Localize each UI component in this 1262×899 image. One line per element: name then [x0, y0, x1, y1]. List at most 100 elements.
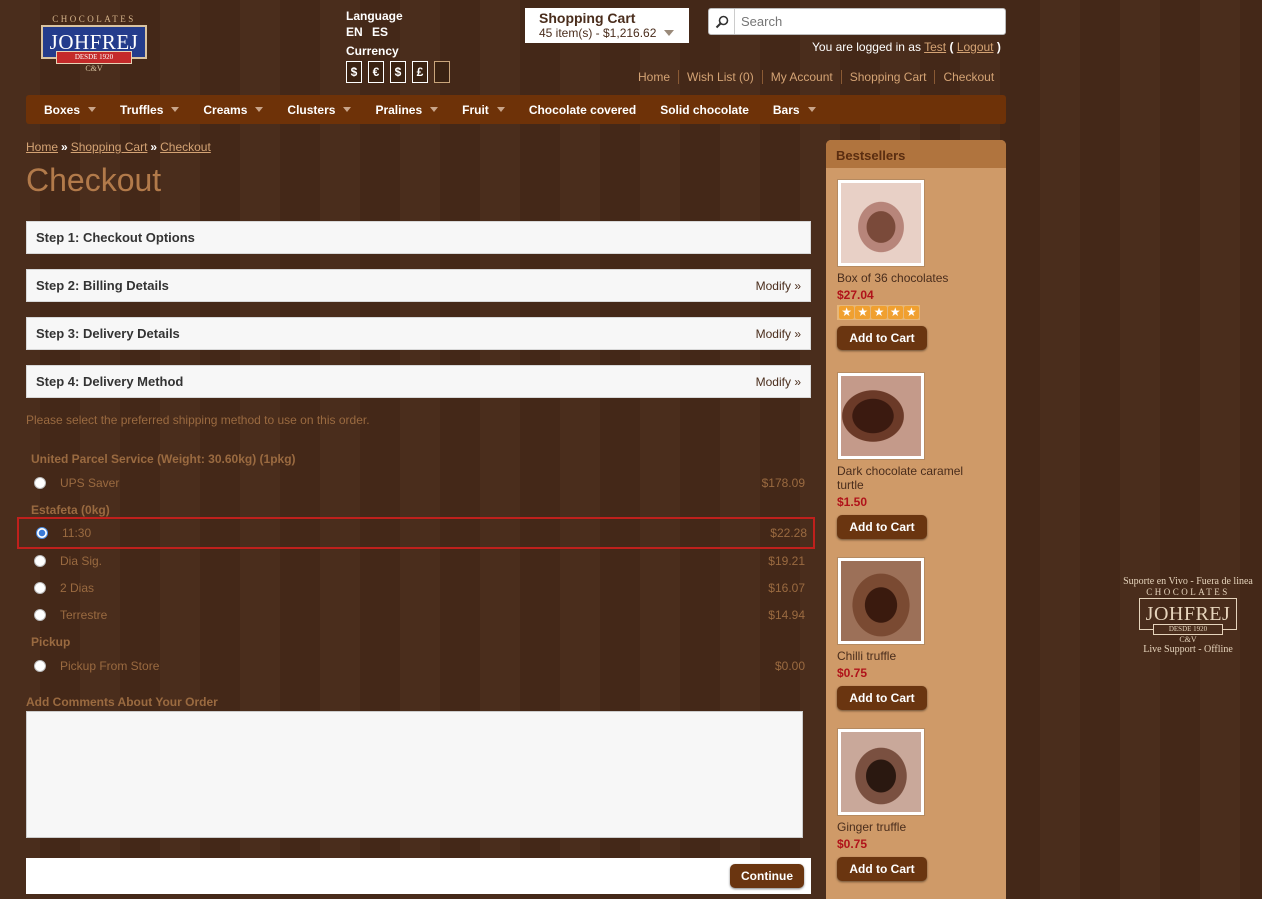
search-input[interactable] — [735, 14, 995, 29]
menu-item-clusters[interactable]: Clusters — [287, 102, 352, 117]
product-thumbnail[interactable] — [837, 179, 925, 267]
product-price: $27.04 — [837, 288, 874, 302]
breadcrumb-checkout[interactable]: Checkout — [160, 140, 211, 154]
step-modify-link[interactable]: Modify » — [756, 375, 801, 389]
shipping-option-dia-sig[interactable]: Dia Sig. $19.21 — [26, 549, 811, 573]
step-modify-link[interactable]: Modify » — [756, 279, 801, 293]
shipping-option-terrestre[interactable]: Terrestre $14.94 — [26, 603, 811, 627]
step-title: Step 1: Checkout Options — [36, 230, 195, 245]
radio-button[interactable] — [34, 555, 46, 567]
product-thumbnail[interactable] — [837, 372, 925, 460]
star-icon: ★ — [871, 306, 887, 319]
login-prefix: You are logged in as — [812, 40, 921, 54]
support-logo-cv: C&V — [1179, 635, 1197, 644]
currency-eur[interactable]: € — [368, 61, 384, 83]
breadcrumb-home[interactable]: Home — [26, 140, 58, 154]
product-image — [841, 561, 921, 641]
radio-button[interactable] — [34, 660, 46, 672]
menu-item-label: Clusters — [287, 102, 336, 117]
comments-textarea[interactable] — [26, 711, 803, 838]
top-links: Home Wish List (0) My Account Shopping C… — [638, 70, 1002, 84]
shipping-option-price: $22.28 — [770, 526, 807, 540]
language-en[interactable]: EN — [346, 25, 363, 39]
radio-button-selected[interactable] — [36, 527, 48, 539]
shipping-option-1130[interactable]: 11:30 $22.28 — [17, 517, 815, 549]
add-to-cart-button[interactable]: Add to Cart — [837, 857, 927, 881]
toplink-checkout[interactable]: Checkout — [934, 70, 1002, 84]
menu-item-truffles[interactable]: Truffles — [120, 103, 180, 117]
live-support-widget[interactable]: Suporte en Vivo - Fuera de linea CHOCOLA… — [1118, 576, 1258, 655]
product-name[interactable]: Ginger truffle — [837, 820, 987, 834]
menu-item-pralines[interactable]: Pralines — [375, 102, 439, 117]
product-thumbnail[interactable] — [837, 728, 925, 816]
currency-gbp[interactable]: £ — [412, 61, 428, 83]
currency-usd[interactable]: $ — [346, 61, 362, 83]
menu-item-label: Pralines — [375, 102, 423, 117]
add-to-cart-button[interactable]: Add to Cart — [837, 686, 927, 710]
login-paren-open: ( — [949, 40, 954, 54]
shipping-group-title: Estafeta (0kg) — [31, 503, 110, 517]
breadcrumb-sep: » — [150, 140, 158, 154]
menu-item-boxes[interactable]: Boxes — [44, 103, 97, 117]
shipping-option-price: $19.21 — [768, 554, 805, 568]
login-status: You are logged in as Test ( Logout ) — [812, 40, 1001, 54]
product-name[interactable]: Chilli truffle — [837, 649, 987, 663]
menu-item-chocolate-covered[interactable]: Chocolate covered — [529, 103, 636, 117]
login-user-link[interactable]: Test — [924, 40, 946, 54]
language-es[interactable]: ES — [372, 25, 388, 39]
product-price: $0.75 — [837, 666, 868, 680]
step-checkout-options[interactable]: Step 1: Checkout Options — [26, 221, 811, 254]
step-delivery-method[interactable]: Step 4: Delivery Method Modify » — [26, 365, 811, 398]
product-image — [841, 732, 921, 812]
add-to-cart-button[interactable]: Add to Cart — [837, 326, 927, 350]
toplink-account[interactable]: My Account — [761, 70, 841, 84]
logout-link[interactable]: Logout — [957, 40, 994, 54]
chevron-down-icon — [255, 107, 264, 112]
shipping-option-ups-saver[interactable]: UPS Saver $178.09 — [26, 471, 811, 495]
shipping-option-pickup[interactable]: Pickup From Store $0.00 — [26, 654, 811, 678]
step-title: Step 2: Billing Details — [36, 278, 169, 293]
currency-dollar-alt[interactable]: $ — [390, 61, 406, 83]
currency-selected[interactable] — [434, 61, 450, 83]
language-label: Language — [346, 9, 403, 23]
step-billing-details[interactable]: Step 2: Billing Details Modify » — [26, 269, 811, 302]
menu-item-creams[interactable]: Creams — [203, 102, 264, 117]
breadcrumb: Home» Shopping Cart» Checkout — [26, 140, 211, 154]
radio-button[interactable] — [34, 582, 46, 594]
language-currency: Language EN ES Currency $ € $ £ — [346, 9, 450, 83]
step-title: Step 3: Delivery Details — [36, 326, 180, 341]
toplink-cart[interactable]: Shopping Cart — [840, 70, 935, 84]
toplink-home[interactable]: Home — [638, 70, 678, 84]
shipping-option-2-dias[interactable]: 2 Dias $16.07 — [26, 576, 811, 600]
site-logo[interactable]: CHOCOLATES JOHFREJ DESDE 1920 C&V — [38, 14, 150, 80]
shipping-group-title: Pickup — [31, 635, 71, 649]
shipping-option-name: Pickup From Store — [60, 659, 160, 673]
continue-bar — [26, 858, 811, 894]
product-name[interactable]: Box of 36 chocolates — [837, 271, 987, 285]
step-delivery-details[interactable]: Step 3: Delivery Details Modify » — [26, 317, 811, 350]
radio-button[interactable] — [34, 477, 46, 489]
product-thumbnail[interactable] — [837, 557, 925, 645]
menu-item-bars[interactable]: Bars — [773, 103, 816, 117]
breadcrumb-sep: » — [61, 140, 68, 154]
breadcrumb-cart[interactable]: Shopping Cart — [71, 140, 148, 154]
product-name[interactable]: Dark chocolate caramel turtle — [837, 464, 987, 492]
menu-item-fruit[interactable]: Fruit — [462, 103, 505, 117]
chevron-down-icon[interactable] — [664, 30, 675, 36]
product-chilli-truffle: Chilli truffle $0.75 Add to Cart — [837, 557, 987, 710]
cart-widget[interactable]: Shopping Cart 45 item(s) - $1,216.62 — [525, 8, 689, 43]
shipping-option-price: $178.09 — [761, 476, 805, 490]
step-modify-link[interactable]: Modify » — [756, 327, 801, 341]
logo-top-text: CHOCOLATES — [52, 14, 136, 24]
search-icon[interactable] — [709, 9, 735, 34]
radio-button[interactable] — [34, 609, 46, 621]
star-icon: ★ — [887, 306, 903, 319]
menu-item-label: Creams — [203, 102, 248, 117]
product-caramel-turtle: Dark chocolate caramel turtle $1.50 Add … — [837, 372, 987, 539]
menu-item-solid-chocolate[interactable]: Solid chocolate — [660, 103, 749, 117]
currency-label: Currency — [346, 44, 399, 58]
add-to-cart-button[interactable]: Add to Cart — [837, 515, 927, 539]
continue-button[interactable]: Continue — [730, 864, 804, 888]
toplink-wishlist[interactable]: Wish List (0) — [678, 70, 762, 84]
product-image — [841, 183, 921, 263]
